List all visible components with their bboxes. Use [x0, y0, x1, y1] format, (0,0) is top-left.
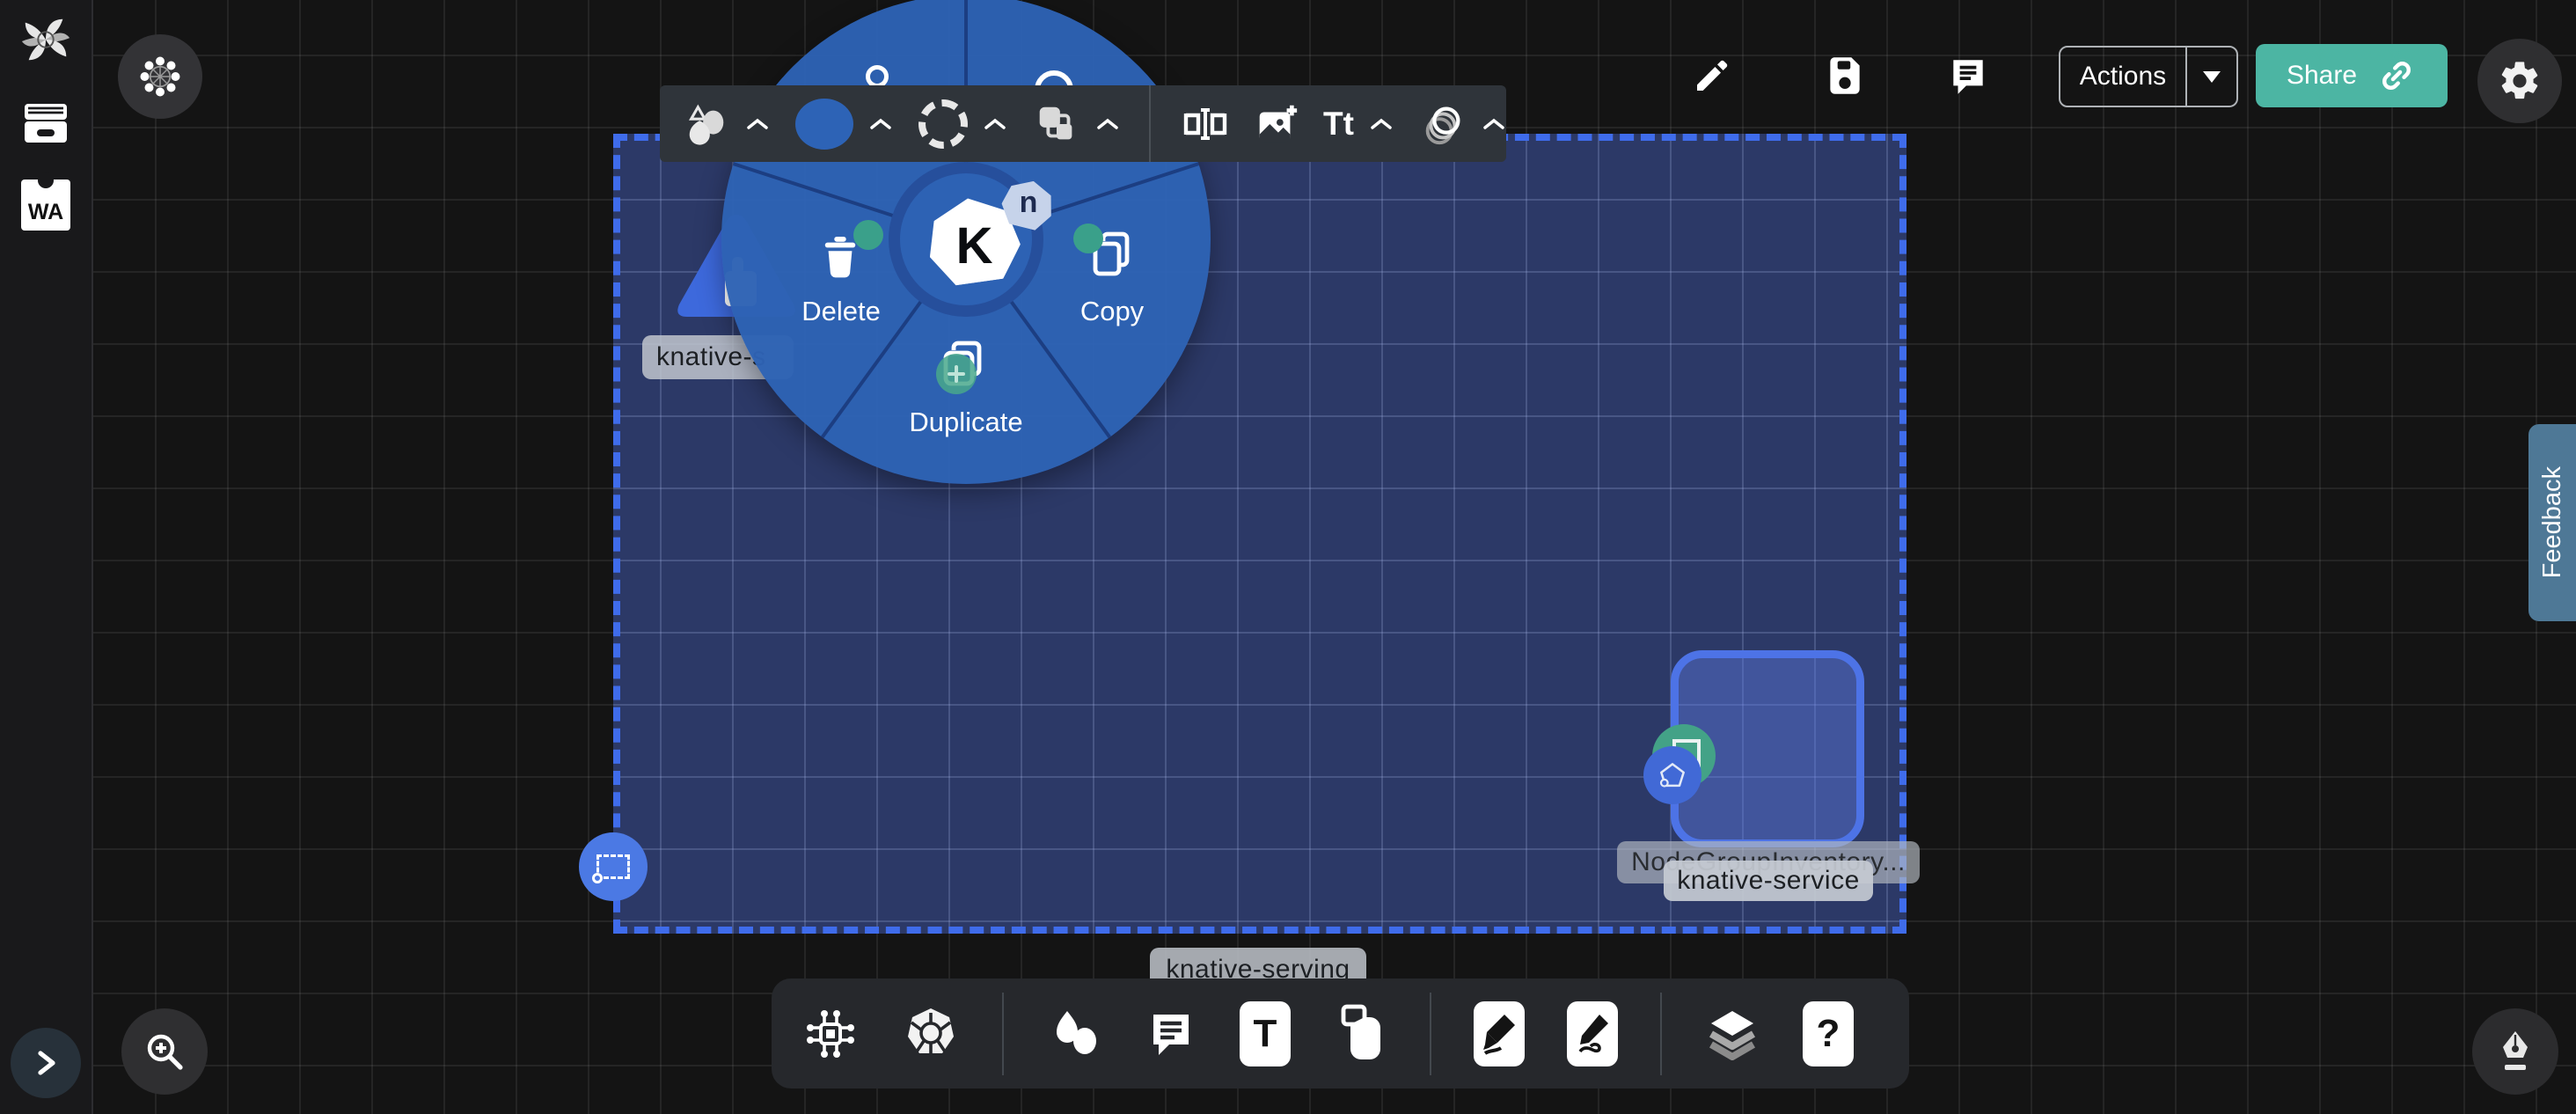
text-tool-button[interactable]: T — [1240, 1001, 1291, 1066]
share-button[interactable]: Share — [2256, 44, 2448, 107]
actions-dropdown[interactable] — [2187, 48, 2236, 106]
pen-button[interactable] — [2472, 1008, 2558, 1095]
chevron-up-icon[interactable] — [746, 117, 769, 131]
chevron-up-icon[interactable] — [1096, 117, 1119, 131]
fill-color-swatch — [795, 99, 853, 150]
pen-nib-icon — [2494, 1028, 2536, 1075]
style-toolbar: Tt — [660, 85, 1506, 162]
layers-icon — [1704, 1006, 1760, 1062]
kubernetes-icon — [902, 1005, 960, 1063]
menu-item-label: Copy — [1080, 296, 1144, 327]
status-dot — [1073, 224, 1103, 253]
text-style-button[interactable]: Tt — [1323, 106, 1354, 143]
settings-gear-icon — [2497, 58, 2543, 104]
radial-context-menu: Delete Copy Duplicate K — [721, 0, 1211, 484]
settings-button[interactable] — [2477, 39, 2562, 123]
shapes-icon — [1046, 1006, 1102, 1062]
k-letter: K — [956, 216, 993, 275]
pencil-tool-button[interactable] — [1567, 1001, 1618, 1066]
shape-style-icon — [683, 100, 730, 148]
sidebar: WA — [0, 0, 93, 1114]
opacity-button[interactable] — [1419, 100, 1467, 148]
shapes-button[interactable] — [1046, 1006, 1102, 1062]
save-icon[interactable] — [1823, 53, 1867, 99]
knative-pentagon-icon — [1655, 759, 1690, 792]
arrange-icon — [1033, 100, 1080, 148]
actions-button[interactable]: Actions — [2059, 46, 2238, 107]
edit-pencil-icon[interactable] — [1691, 55, 1733, 97]
caret-down-icon — [2203, 71, 2221, 83]
frame-tool-button[interactable] — [1333, 1003, 1387, 1065]
toolbar-separator — [1002, 993, 1004, 1075]
comment-icon[interactable] — [1946, 55, 1990, 99]
help-label: ? — [1817, 1012, 1841, 1056]
pencil-icon — [1573, 1011, 1612, 1057]
stroke-style-button[interactable] — [918, 99, 968, 149]
resize-width-button[interactable] — [1181, 105, 1230, 143]
service-node-name-label: knative-service — [1664, 861, 1873, 901]
selection-handle[interactable] — [579, 832, 648, 901]
chevron-up-icon[interactable] — [1482, 117, 1505, 131]
arrange-button[interactable] — [1033, 100, 1080, 148]
text-style-label: Tt — [1323, 106, 1354, 143]
frame-icon — [1333, 1003, 1387, 1065]
layers-button[interactable] — [1704, 1006, 1760, 1062]
comment-tool-button[interactable] — [1145, 1008, 1197, 1060]
sidebar-expand-button[interactable] — [11, 1028, 81, 1098]
share-label: Share — [2287, 61, 2357, 91]
stroke-style-icon — [918, 99, 968, 149]
toolbar-separator — [1430, 993, 1431, 1075]
network-node-icon — [801, 1005, 860, 1063]
link-icon — [2376, 55, 2417, 96]
menu-item-copy[interactable]: Copy — [1057, 231, 1172, 336]
toolbar-separator — [1660, 993, 1662, 1075]
app-window: knative-s NodeGroupInventory... knative-… — [0, 0, 2576, 1114]
zoom-button[interactable] — [121, 1008, 208, 1095]
tool-palette: T — [772, 978, 1909, 1088]
marker-icon — [1480, 1011, 1519, 1057]
region-icon — [596, 854, 630, 879]
plus-badge — [936, 354, 977, 394]
swirl-logo-icon[interactable] — [18, 12, 73, 67]
zoom-in-icon — [143, 1030, 187, 1074]
status-dot — [853, 220, 883, 250]
actions-label: Actions — [2060, 48, 2185, 106]
shape-style-button[interactable] — [683, 100, 730, 148]
feedback-label: Feedback — [2538, 466, 2567, 578]
menu-center[interactable]: K n — [889, 162, 1043, 317]
feedback-tab[interactable]: Feedback — [2528, 424, 2576, 621]
text-tool-label: T — [1254, 1012, 1277, 1056]
wa-label: WA — [28, 200, 63, 225]
toolbar-separator — [1149, 85, 1151, 162]
wa-badge-icon[interactable]: WA — [21, 180, 70, 231]
expand-chevron-icon — [33, 1048, 58, 1078]
menu-item-duplicate[interactable]: Duplicate — [908, 340, 1022, 454]
menu-item-label: Duplicate — [909, 407, 1022, 438]
add-image-icon — [1253, 100, 1300, 148]
archive-icon[interactable] — [19, 100, 72, 146]
chevron-up-icon[interactable] — [984, 117, 1006, 131]
chevron-up-icon[interactable] — [869, 117, 892, 131]
menu-item-label: Delete — [801, 296, 881, 327]
add-image-button[interactable] — [1253, 100, 1300, 148]
fill-color-button[interactable] — [795, 99, 853, 150]
cluster-button[interactable] — [118, 34, 202, 119]
service-node-blue-badge — [1643, 746, 1701, 804]
node-cluster-icon — [138, 55, 182, 99]
marker-tool-button[interactable] — [1474, 1001, 1525, 1066]
opacity-icon — [1419, 100, 1467, 148]
comment-icon — [1145, 1008, 1197, 1060]
help-button[interactable]: ? — [1803, 1001, 1854, 1066]
network-node-button[interactable] — [801, 1005, 860, 1063]
resize-width-icon — [1181, 105, 1230, 143]
chevron-up-icon[interactable] — [1370, 117, 1393, 131]
kubernetes-button[interactable] — [902, 1005, 960, 1063]
